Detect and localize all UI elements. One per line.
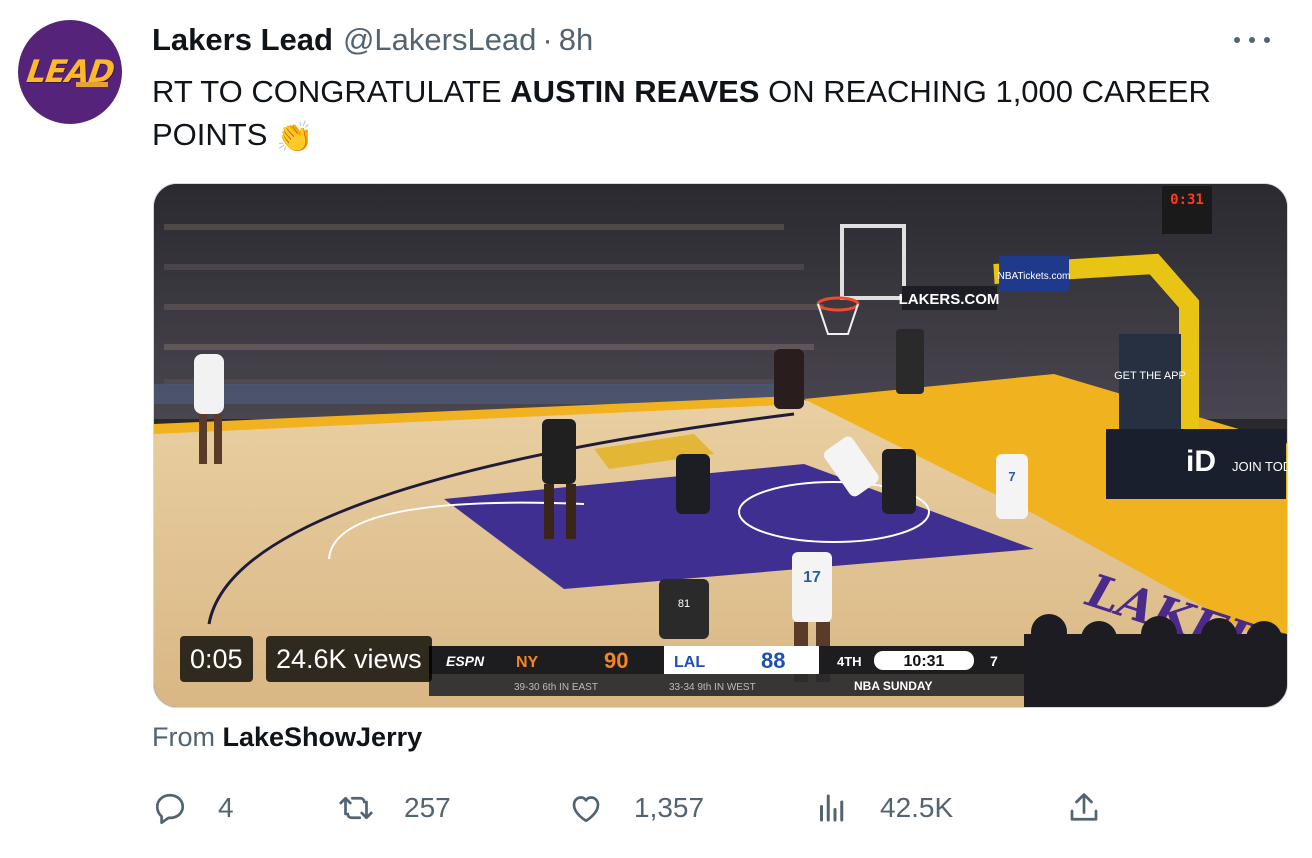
app-sign-text: GET THE APP [1114,370,1186,382]
video-elapsed-time: 0:05 [180,636,253,682]
scorebug-away-record: 39-30 6th IN EAST [514,682,598,693]
retweet-count: 257 [404,792,451,823]
scorebug: ESPN NY 90 LAL 88 4TH 10:31 7 39-30 6th … [429,646,1024,696]
retweet-button[interactable]: 257 [338,786,451,830]
scorebug-quarter: 4TH [837,654,862,669]
ticket-sign-text: NBATickets.com [998,271,1071,282]
scorebug-home-record: 33-34 9th IN WEST [669,682,756,693]
tweet-text-bold: AUSTIN REAVES [510,74,760,109]
views-count: 42.5K [880,792,954,823]
avatar-logo-underline [76,82,108,87]
scorebug-shot-clock: 7 [990,653,998,669]
video-source-attribution: From LakeShowJerry [152,722,422,753]
more-dot [1234,37,1240,43]
like-count: 1,357 [634,792,705,823]
source-prefix: From [152,722,223,752]
video-view-count: 24.6K views [266,636,432,682]
jersey-number: 17 [803,569,821,586]
scorebug-away-score: 90 [604,648,628,673]
reply-count: 4 [218,792,234,823]
scorebug-home-score: 88 [761,648,785,673]
views-icon [820,794,844,822]
video-player[interactable]: LAKERS NBATickets.com LAKERS.COM GET THE… [153,183,1288,708]
tweet-header: Lakers Lead @LakersLead · 8h [152,22,593,58]
tweet-text: RT TO CONGRATULATE AUSTIN REAVES ON REAC… [152,70,1282,159]
reply-button[interactable]: 4 [152,786,234,830]
header-separator: · [542,22,553,57]
scorebug-clock: 10:31 [904,653,945,670]
app-sign [1119,334,1181,434]
jersey-number: 81 [678,598,690,610]
more-dot [1264,37,1270,43]
heart-icon [572,796,600,823]
scorebug-footer: NBA SUNDAY [854,679,932,693]
scorebug-home-team: LAL [674,654,705,671]
jersey-number: 7 [1008,469,1015,484]
source-account-link[interactable]: LakeShowJerry [223,722,423,752]
tweet-action-bar: 4 257 1,357 42.5K [152,786,1112,830]
avatar[interactable]: LEAD [18,20,122,124]
author-display-name[interactable]: Lakers Lead [152,22,333,58]
views-button[interactable]: 42.5K [814,786,953,830]
author-handle[interactable]: @LakersLead [343,22,536,58]
scorebug-network: ESPN [446,653,485,669]
reply-icon [155,793,185,825]
video-frame: LAKERS NBATickets.com LAKERS.COM GET THE… [154,184,1288,707]
arena-clock-text: 0:31 [1170,192,1204,208]
retweet-icon [339,796,373,820]
nba-id-sign-text: JOIN TODAY [1232,459,1288,474]
like-button[interactable]: 1,357 [568,786,704,830]
tweet-text-part: RT TO CONGRATULATE [152,74,511,109]
clapping-hands-emoji: 👏 [276,121,314,154]
share-icon [1070,793,1098,821]
tweet-timestamp[interactable]: 8h [559,22,593,58]
more-icon[interactable] [1234,30,1270,50]
share-button[interactable] [1066,786,1102,830]
more-dot [1249,37,1255,43]
baseline-sign-text: LAKERS.COM [899,291,1000,308]
nba-id-logo: iD [1186,445,1216,478]
scorebug-away-team: NY [516,654,539,671]
